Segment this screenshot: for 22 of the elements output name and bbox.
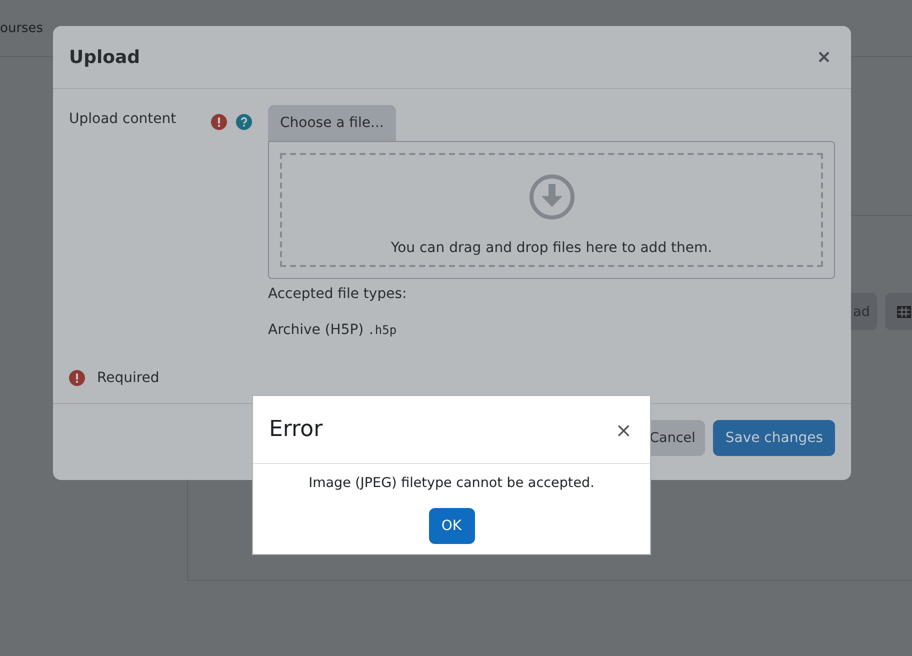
close-button[interactable]: × [615,418,632,442]
file-extension: .h5p [368,323,397,337]
choose-file-button[interactable]: Choose a file... [268,105,396,141]
drop-hint: You can drag and drop files here to add them. [390,240,712,256]
grid-button[interactable] [885,293,912,330]
file-type-name: Archive (H5P) [268,322,364,338]
help-icon[interactable] [236,114,252,130]
nav-link[interactable]: ourses [0,20,44,36]
grid-icon [897,304,911,318]
ok-button[interactable]: OK [428,508,474,544]
field-label: Upload content [69,111,178,127]
file-drop-area[interactable]: You can drag and drop files here to add them. [268,141,835,279]
dialog-title: Error [269,417,323,442]
required-icon [69,370,85,386]
download-icon [528,174,574,220]
accepted-types-label: Accepted file types: [268,286,407,302]
error-message: Image (JPEG) filetype cannot be accepted. [308,475,594,491]
required-icon [211,114,227,130]
close-icon[interactable] [818,51,830,63]
required-note: Required [97,370,160,386]
dialog-title: Upload [69,46,140,68]
save-button[interactable]: Save changes [713,420,835,456]
